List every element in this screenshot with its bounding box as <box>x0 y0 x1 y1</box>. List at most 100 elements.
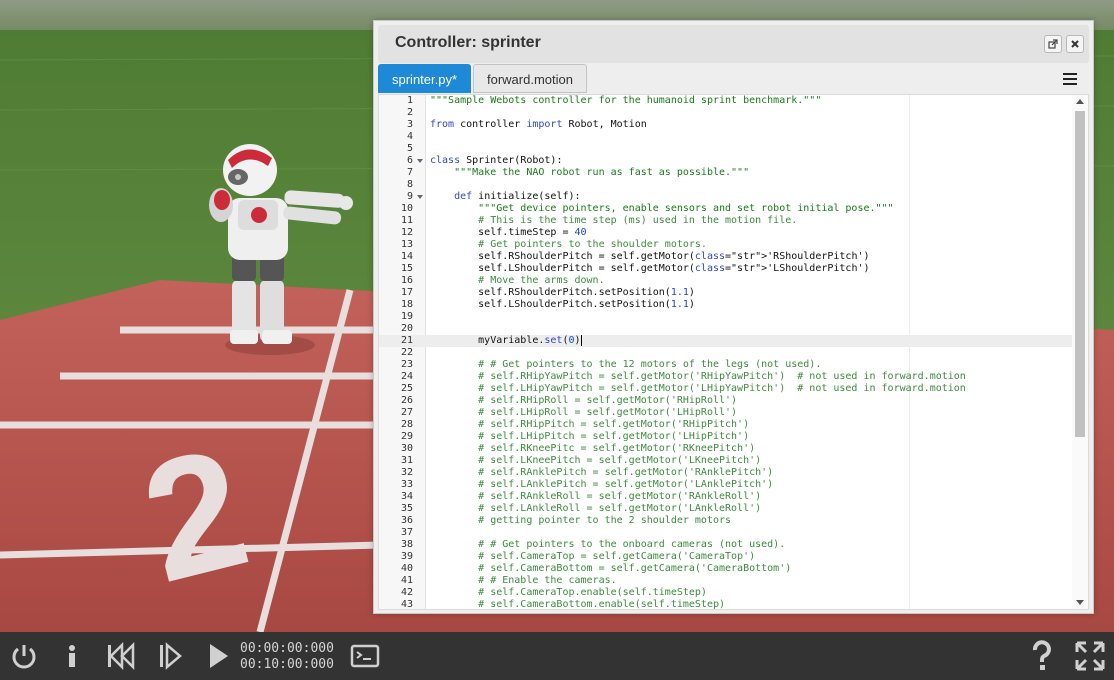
line-number: 25 <box>400 383 413 394</box>
code-line[interactable]: 2 <box>379 107 1072 119</box>
code-text: # self.LHipYawPitch = self.getMotor('LHi… <box>430 383 966 394</box>
code-line[interactable]: 7 """Make the NAO robot run as fast as p… <box>379 167 1072 179</box>
code-text: from controller import Robot, Motion <box>430 119 647 130</box>
code-text: # self.LAnkleRoll = self.getMotor('LAnkl… <box>430 503 762 514</box>
code-line[interactable]: 22 <box>379 347 1072 359</box>
code-line[interactable]: 38 # # Get pointers to the onboard camer… <box>379 539 1072 551</box>
line-number: 42 <box>400 587 413 598</box>
line-number: 27 <box>400 407 413 418</box>
line-number: 5 <box>406 143 413 154</box>
code-line[interactable]: 27 # self.LHipRoll = self.getMotor('LHip… <box>379 407 1072 419</box>
code-line[interactable]: 23 # # Get pointers to the 12 motors of … <box>379 359 1072 371</box>
code-line[interactable]: 19 <box>379 311 1072 323</box>
tab-forward-motion[interactable]: forward.motion <box>473 64 587 93</box>
console-icon[interactable] <box>350 640 380 672</box>
tab-sprinter-py[interactable]: sprinter.py* <box>378 64 472 93</box>
line-number: 1 <box>406 95 413 106</box>
code-line[interactable]: 4 <box>379 131 1072 143</box>
code-line[interactable]: 10 """Get device pointers, enable sensor… <box>379 203 1072 215</box>
code-line[interactable]: 1 """Sample Webots controller for the hum… <box>379 95 1072 107</box>
menu-icon[interactable] <box>1063 73 1077 88</box>
code-line[interactable]: 20 <box>379 323 1072 335</box>
code-line[interactable]: 32 # self.RAnklePitch = self.getMotor('R… <box>379 467 1072 479</box>
line-number: 21 <box>400 335 413 346</box>
code-text: # getting pointer to the 2 shoulder moto… <box>430 515 732 526</box>
play-icon[interactable] <box>204 640 232 672</box>
power-icon[interactable] <box>10 640 38 672</box>
code-line[interactable]: 16 # Move the arms down. <box>379 275 1072 287</box>
editor-title: Controller: sprinter <box>395 34 541 51</box>
code-line[interactable]: 30 # self.RKneePitc = self.getMotor('RKn… <box>379 443 1072 455</box>
line-number: 18 <box>400 299 413 310</box>
info-icon[interactable] <box>58 640 86 672</box>
line-number: 19 <box>400 311 413 322</box>
code-line[interactable]: 33 # self.LAnklePitch = self.getMotor('L… <box>379 479 1072 491</box>
vertical-scrollbar[interactable] <box>1072 95 1088 609</box>
code-line[interactable]: 28 # self.RHipPitch = self.getMotor('RHi… <box>379 419 1072 431</box>
fold-arrow-icon[interactable] <box>417 195 423 199</box>
code-line[interactable]: 6 class Sprinter(Robot): <box>379 155 1072 167</box>
code-line[interactable]: 25 # self.LHipYawPitch = self.getMotor('… <box>379 383 1072 395</box>
code-line[interactable]: 14 self.RShoulderPitch = self.getMotor(c… <box>379 251 1072 263</box>
code-lines[interactable]: 1 """Sample Webots controller for the hum… <box>379 95 1072 610</box>
code-line[interactable]: 31 # self.LKneePitch = self.getMotor('LK… <box>379 455 1072 467</box>
scroll-thumb[interactable] <box>1075 111 1085 437</box>
code-line[interactable]: 12 self.timeStep = 40 <box>379 227 1072 239</box>
line-number: 17 <box>400 287 413 298</box>
code-line[interactable]: 37 <box>379 527 1072 539</box>
scroll-down-icon[interactable] <box>1076 600 1084 605</box>
code-line[interactable]: 5 <box>379 143 1072 155</box>
code-text: # self.RHipYawPitch = self.getMotor('RHi… <box>430 371 966 382</box>
line-number: 13 <box>400 239 413 250</box>
code-text: # self.LHipRoll = self.getMotor('LHipRol… <box>430 407 738 418</box>
line-number: 29 <box>400 431 413 442</box>
line-number: 23 <box>400 359 413 370</box>
code-line[interactable]: 35 # self.LAnkleRoll = self.getMotor('LA… <box>379 503 1072 515</box>
code-editor[interactable]: 1 """Sample Webots controller for the hum… <box>378 94 1089 610</box>
code-line[interactable]: 43 # self.CameraBottom.enable(self.timeS… <box>379 599 1072 610</box>
editor-titlebar[interactable]: Controller: sprinter <box>378 25 1089 63</box>
help-icon[interactable] <box>1028 640 1056 672</box>
popout-button[interactable] <box>1044 35 1062 53</box>
code-line[interactable]: 36 # getting pointer to the 2 shoulder m… <box>379 515 1072 527</box>
code-line[interactable]: 15 self.LShoulderPitch = self.getMotor(c… <box>379 263 1072 275</box>
code-text: # self.RHipRoll = self.getMotor('RHipRol… <box>430 395 738 406</box>
line-number: 20 <box>400 323 413 334</box>
line-number: 30 <box>400 443 413 454</box>
time-limit: 00:10:00:000 <box>240 657 334 672</box>
fold-arrow-icon[interactable] <box>417 159 423 163</box>
code-text: # self.CameraBottom.enable(self.timeStep… <box>430 599 726 610</box>
simulation-time: 00:00:00:000 <box>240 641 334 656</box>
code-line[interactable]: 41 # # Enable the cameras. <box>379 575 1072 587</box>
reset-icon[interactable] <box>104 640 136 672</box>
fullscreen-icon[interactable] <box>1074 640 1106 672</box>
code-line[interactable]: 11 # This is the time step (ms) used in … <box>379 215 1072 227</box>
line-number: 7 <box>406 167 413 178</box>
code-line[interactable]: 3 from controller import Robot, Motion <box>379 119 1072 131</box>
line-number: 32 <box>400 467 413 478</box>
code-line[interactable]: 39 # self.CameraTop = self.getCamera('Ca… <box>379 551 1072 563</box>
code-line[interactable]: 9 def initialize(self): <box>379 191 1072 203</box>
code-text: self.RShoulderPitch.setPosition(1.1) <box>430 287 695 298</box>
code-line[interactable]: 26 # self.RHipRoll = self.getMotor('RHip… <box>379 395 1072 407</box>
code-line[interactable]: 21 myVariable.set(0) <box>379 335 1072 347</box>
code-text: class Sprinter(Robot): <box>430 155 563 166</box>
code-line[interactable]: 42 # self.CameraTop.enable(self.timeStep… <box>379 587 1072 599</box>
code-line[interactable]: 34 # self.RAnkleRoll = self.getMotor('RA… <box>379 491 1072 503</box>
code-line[interactable]: 40 # self.CameraBottom = self.getCamera(… <box>379 563 1072 575</box>
line-number: 3 <box>406 119 413 130</box>
line-number: 34 <box>400 491 413 502</box>
code-line[interactable]: 29 # self.LHipPitch = self.getMotor('LHi… <box>379 431 1072 443</box>
step-icon[interactable] <box>156 640 184 672</box>
controller-editor-window[interactable]: Controller: sprinter sprinter.py* forwar… <box>373 20 1094 614</box>
code-line[interactable]: 8 <box>379 179 1072 191</box>
code-line[interactable]: 13 # Get pointers to the shoulder motors… <box>379 239 1072 251</box>
close-button[interactable] <box>1066 35 1084 53</box>
code-line[interactable]: 17 self.RShoulderPitch.setPosition(1.1) <box>379 287 1072 299</box>
code-text: # # Get pointers to the 12 motors of the… <box>430 359 822 370</box>
code-line[interactable]: 24 # self.RHipYawPitch = self.getMotor('… <box>379 371 1072 383</box>
scroll-up-icon[interactable] <box>1076 99 1084 104</box>
line-number: 10 <box>400 203 413 214</box>
code-line[interactable]: 18 self.LShoulderPitch.setPosition(1.1) <box>379 299 1072 311</box>
line-number: 9 <box>406 191 413 202</box>
